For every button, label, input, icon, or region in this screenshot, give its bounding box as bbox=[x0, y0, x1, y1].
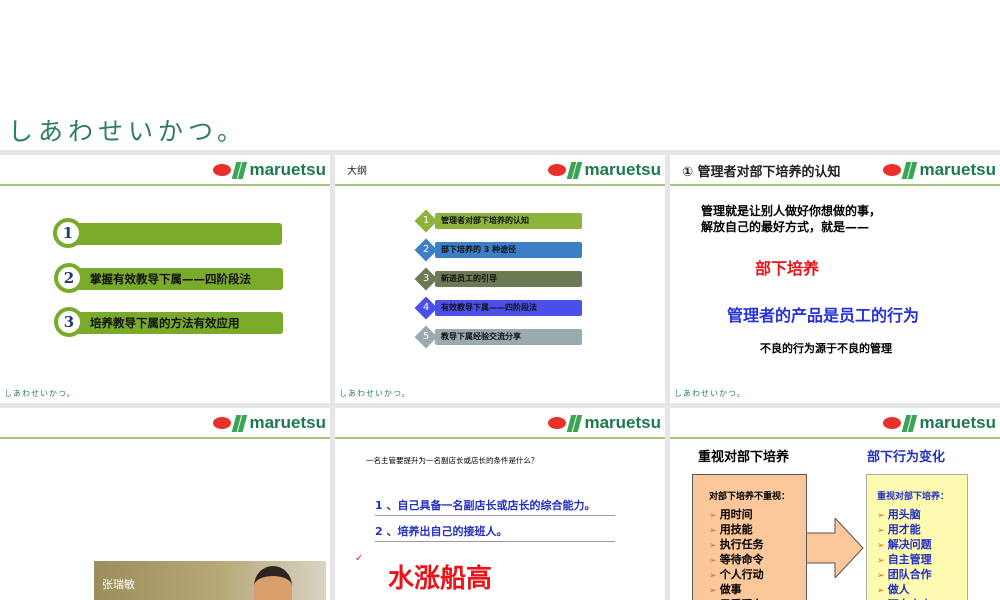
slide-header: maruetsu bbox=[335, 408, 665, 439]
slide-header: maruetsu bbox=[0, 408, 330, 439]
list-item: 等待命令 bbox=[709, 553, 806, 568]
maruetsu-logo: maruetsu bbox=[548, 413, 661, 433]
maruetsu-logo: maruetsu bbox=[213, 160, 326, 180]
list-item: 个人行动 bbox=[709, 568, 806, 583]
slide-header: maruetsu bbox=[670, 408, 1000, 439]
list-item: 执行任务 bbox=[709, 538, 806, 553]
person-head bbox=[254, 566, 292, 600]
list-item: 用才能 bbox=[877, 523, 967, 538]
footer-tagline: しあわせいかつ。 bbox=[339, 389, 411, 398]
big-slogan: 水涨船高 bbox=[388, 564, 493, 594]
slide-4[interactable]: maruetsu 张瑞敏 bbox=[0, 408, 330, 600]
highlight-blue: 管理者的产品是员工的行为 bbox=[727, 306, 920, 325]
maruetsu-logo: maruetsu bbox=[883, 160, 996, 180]
agenda-item-2: 2 掌握有效教导下属——四阶段法 bbox=[54, 263, 283, 293]
slide-6[interactable]: maruetsu 重视对部下培养 部下行为变化 对部下培养不重视： 用时间用技能… bbox=[670, 408, 1000, 600]
right-title: 部下行为变化 bbox=[867, 450, 946, 465]
slide-grid: maruetsu 1 2 掌握有效教导下属——四阶段法 3 培养教导下属的方法有效应… bbox=[0, 150, 1000, 600]
slide-header: maruetsu bbox=[0, 155, 330, 186]
list-item: 团队合作 bbox=[877, 568, 967, 583]
outline-item: 4 有效教导下属——四阶段法 bbox=[414, 296, 582, 320]
outline-item: 3 新进员工的引导 bbox=[414, 267, 582, 291]
list-item: 做事 bbox=[709, 583, 806, 598]
list-item: 用时间 bbox=[709, 508, 806, 523]
check-icon: ✓ bbox=[355, 553, 364, 564]
note: 不良的行为源于不良的管理 bbox=[760, 342, 892, 355]
slide-2[interactable]: 大纲 maruetsu 1 管理者对部下培养的认知 2 部下培养的 3 种途径 3 新进员… bbox=[335, 155, 665, 403]
photo-caption: 张瑞敏 bbox=[102, 578, 135, 591]
left-title: 重视对部下培养 bbox=[698, 450, 790, 465]
footer-tagline: しあわせいかつ。 bbox=[4, 389, 76, 398]
slide-1[interactable]: maruetsu 1 2 掌握有效教导下属——四阶段法 3 培养教导下属的方法有效应… bbox=[0, 155, 330, 403]
list-item: 用头脑 bbox=[877, 508, 967, 523]
statement-line-2: 解放自己的最好方式，就是—— bbox=[701, 220, 870, 234]
list-item: 自主管理 bbox=[877, 553, 967, 568]
outline-item: 5 教导下属经验交流分享 bbox=[414, 325, 582, 349]
slide-header: 大纲 maruetsu bbox=[335, 155, 665, 186]
maruetsu-logo: maruetsu bbox=[883, 413, 996, 433]
maruetsu-logo: maruetsu bbox=[548, 160, 661, 180]
statement-line-1: 管理就是让别人做好你想做的事， bbox=[701, 204, 882, 218]
slide-header: ① 管理者对部下培养的认知 maruetsu bbox=[670, 155, 1000, 186]
left-box: 对部下培养不重视： 用时间用技能执行任务等待命令个人行动做事只看现在 bbox=[692, 474, 807, 600]
list-item: 用技能 bbox=[709, 523, 806, 538]
slide-title: ① 管理者对部下培养的认知 bbox=[682, 165, 841, 180]
answer-2: 2 、培养出自己的接班人。 bbox=[375, 523, 615, 542]
outline-item: 2 部下培养的 3 种途径 bbox=[414, 238, 582, 262]
arrow-icon bbox=[805, 518, 864, 578]
tagline: しあわせいかつ。 bbox=[8, 117, 248, 146]
agenda-item-3: 3 培养教导下属的方法有效应用 bbox=[54, 307, 283, 337]
list-item: 做人 bbox=[877, 583, 967, 598]
top-banner: しあわせいかつ。 bbox=[0, 0, 1000, 150]
question: 一名主管要提升为一名副店长或店长的条件是什么？ bbox=[366, 456, 539, 465]
slide-5[interactable]: maruetsu 一名主管要提升为一名副店长或店长的条件是什么？ 1 、自己具备… bbox=[335, 408, 665, 600]
agenda-item-1: 1 bbox=[53, 218, 282, 248]
list-item: 解决问题 bbox=[877, 538, 967, 553]
footer-tagline: しあわせいかつ。 bbox=[674, 389, 746, 398]
slide-3[interactable]: ① 管理者对部下培养的认知 maruetsu 管理就是让别人做好你想做的事， 解… bbox=[670, 155, 1000, 403]
portrait-photo: 张瑞敏 bbox=[94, 561, 326, 600]
answer-1: 1 、自己具备一名副店长或店长的综合能力。 bbox=[375, 497, 615, 516]
slide-title: 大纲 bbox=[347, 166, 367, 177]
maruetsu-logo: maruetsu bbox=[213, 413, 326, 433]
highlight-red: 部下培养 bbox=[755, 259, 820, 278]
right-box: 重视对部下培养： 用头脑用才能解决问题自主管理团队合作做人面向未来 bbox=[866, 474, 968, 600]
outline-item: 1 管理者对部下培养的认知 bbox=[414, 209, 582, 233]
